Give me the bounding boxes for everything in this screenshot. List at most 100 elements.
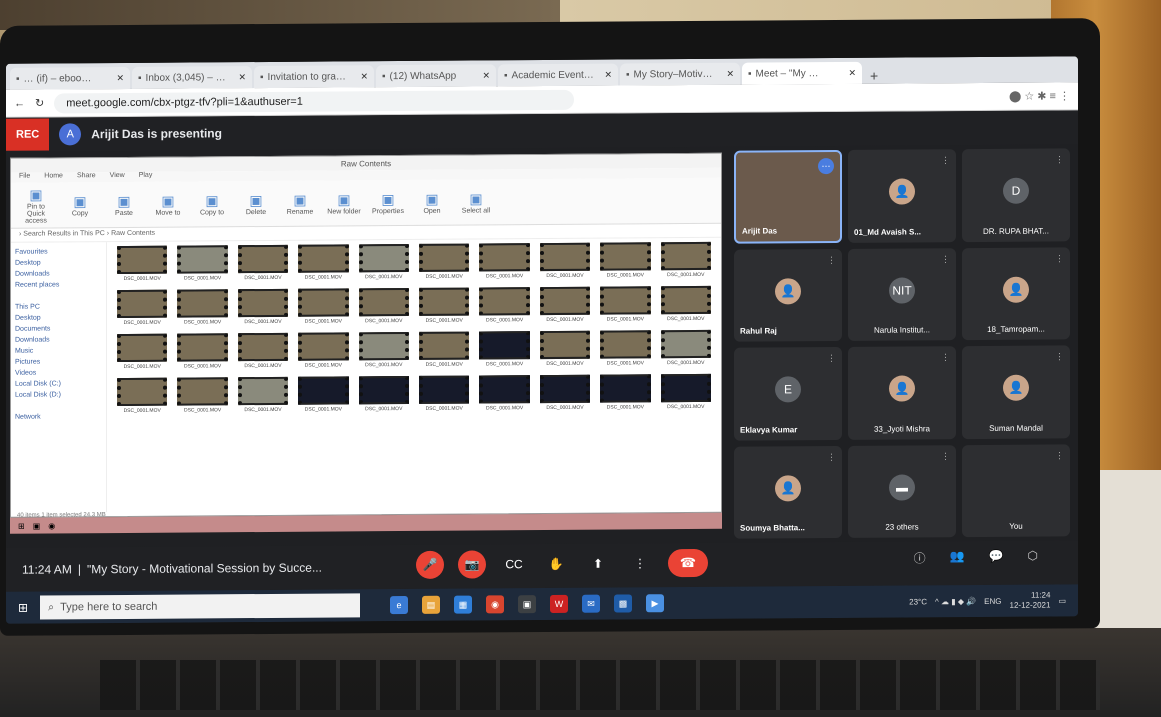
close-icon[interactable]: ✕ [726,68,734,79]
search-input[interactable]: ⌕ Type here to search [40,593,360,620]
nav-item[interactable]: Local Disk (D:) [15,389,102,401]
file-thumbnail[interactable]: DSC_0001.MOV [358,287,409,324]
file-thumbnail[interactable]: DSC_0001.MOV [539,374,591,411]
weather-badge[interactable]: 23°C [909,597,927,606]
participant-tile[interactable]: 👤 01_Md Avaish S... ⋮ [848,149,956,243]
more-options-icon[interactable]: ⋯ [818,158,834,175]
raise-hand-icon[interactable]: ✋ [542,550,570,578]
nav-item[interactable]: Pictures [15,356,102,368]
file-thumbnail[interactable]: DSC_0001.MOV [117,377,168,414]
app-icon[interactable]: ▣ [518,595,536,614]
tab-6[interactable]: ▪ Meet – "My … ✕ [742,61,862,85]
ribbon-button[interactable]: ▣ Rename [283,191,317,215]
ribbon-button[interactable]: ▣ Delete [239,191,273,216]
chat-icon[interactable]: 💬 [989,549,1004,566]
participant-tile[interactable]: You ⋮ [962,443,1070,538]
file-thumbnail[interactable]: DSC_0001.MOV [358,375,409,412]
file-thumbnail[interactable]: DSC_0001.MOV [117,245,168,282]
ribbon-tab[interactable]: View [110,172,125,182]
file-thumbnail[interactable]: DSC_0001.MOV [419,375,470,412]
file-thumbnail[interactable]: DSC_0001.MOV [479,331,530,367]
store-icon[interactable]: ▦ [454,595,472,614]
ribbon-button[interactable]: ▣ Copy [63,193,97,217]
chrome-icon[interactable]: ◉ [486,595,504,614]
nav-item[interactable]: Local Disk (C:) [15,378,102,390]
close-icon[interactable]: ✕ [116,72,124,83]
nav-item[interactable]: Recent places [15,279,102,291]
photos-icon[interactable]: ▩ [614,594,632,613]
mic-off-icon[interactable]: 🎤 [416,550,444,579]
file-thumbnail[interactable]: DSC_0001.MOV [117,333,168,370]
edge-icon[interactable]: e [390,595,408,615]
ribbon-button[interactable]: ▣ Paste [107,192,141,216]
close-icon[interactable]: ✕ [360,71,368,82]
extension-icons[interactable]: ⬤ ☆ ✱ ≡ ⋮ [1009,89,1070,102]
file-thumbnail[interactable]: DSC_0001.MOV [237,376,289,413]
tab-4[interactable]: ▪ Academic Event… ✕ [498,63,618,87]
more-options-icon[interactable]: ⋮ [626,549,654,577]
ribbon-tab[interactable]: Play [139,172,153,182]
file-thumbnail[interactable]: DSC_0001.MOV [660,285,711,322]
nav-item[interactable]: Network [15,411,102,423]
nav-item[interactable]: Documents [15,323,102,335]
tab-3[interactable]: ▪ (12) WhatsApp ✕ [376,64,496,88]
nav-item[interactable]: Videos [15,367,102,379]
ribbon-button[interactable]: ▣ New folder [327,191,361,215]
file-thumbnail[interactable]: DSC_0001.MOV [419,331,470,368]
file-thumbnail[interactable]: DSC_0001.MOV [419,243,470,280]
ribbon-button[interactable]: ▣ Copy to [195,192,229,216]
participant-tile[interactable]: Arijit Das ⋯ [734,149,842,244]
file-thumbnail[interactable]: DSC_0001.MOV [177,333,228,370]
file-thumbnail[interactable]: DSC_0001.MOV [600,330,651,367]
participant-tile[interactable]: 👤 Suman Mandal ⋮ [962,345,1070,439]
tab-1[interactable]: ▪ Inbox (3,045) – … ✕ [132,66,252,89]
ribbon-button[interactable]: ▣ Properties [371,191,405,215]
info-icon[interactable]: ⓘ [914,549,926,566]
close-icon[interactable]: ✕ [482,70,490,81]
file-thumbnail[interactable]: DSC_0001.MOV [358,243,409,280]
ribbon-button[interactable]: ▣ Select all [459,190,493,214]
participant-tile[interactable]: 👤 33_Jyoti Mishra ⋮ [848,346,956,440]
windows-start-icon[interactable]: ⊞ [6,601,40,615]
tab-0[interactable]: ▪… (if) – eboo… ✕ [10,66,130,90]
participant-tile[interactable]: 👤 Soumya Bhatta... ⋮ [734,445,842,539]
file-thumbnail[interactable]: DSC_0001.MOV [177,289,228,326]
ribbon-tab[interactable]: Home [44,172,63,182]
file-thumbnail[interactable]: DSC_0001.MOV [237,288,289,325]
people-icon[interactable]: 👥 [950,549,965,566]
file-thumbnail[interactable]: DSC_0001.MOV [600,286,651,323]
nav-item[interactable]: Downloads [15,334,102,346]
tray-clock[interactable]: 11:24 12-12-2021 [1010,591,1051,611]
file-thumbnail[interactable]: DSC_0001.MOV [358,331,409,368]
participant-tile[interactable]: E Eklavya Kumar ⋮ [734,346,842,441]
new-tab-button[interactable]: + [864,68,884,84]
file-thumbnail[interactable]: DSC_0001.MOV [177,245,228,282]
nav-item[interactable]: Music [15,345,102,357]
file-thumbnail[interactable]: DSC_0001.MOV [539,242,591,279]
camera-off-icon[interactable]: 📷 [458,550,486,579]
file-thumbnail[interactable]: DSC_0001.MOV [298,288,349,325]
close-icon[interactable]: ✕ [238,72,246,83]
file-thumbnail[interactable]: DSC_0001.MOV [298,332,349,369]
close-icon[interactable]: ✕ [604,69,612,80]
file-thumbnail[interactable]: DSC_0001.MOV [479,375,530,411]
language-indicator[interactable]: ENG [984,596,1001,605]
back-icon[interactable]: ← [14,97,25,109]
nav-item[interactable]: Desktop [15,257,102,269]
file-thumbnail[interactable]: DSC_0001.MOV [660,241,711,278]
file-thumbnail[interactable]: DSC_0001.MOV [237,244,289,281]
reload-icon[interactable]: ↻ [35,97,44,110]
file-thumbnail[interactable]: DSC_0001.MOV [177,377,228,414]
file-thumbnail[interactable]: DSC_0001.MOV [600,374,651,411]
file-thumbnail[interactable]: DSC_0001.MOV [600,242,651,279]
participant-tile[interactable]: NIT Narula Institut... ⋮ [848,247,956,341]
participant-tile[interactable]: ▬ 23 others ⋮ [848,444,956,538]
file-thumbnail[interactable]: DSC_0001.MOV [298,244,349,281]
mail-icon[interactable]: ✉ [582,594,600,613]
file-thumbnail[interactable]: DSC_0001.MOV [419,287,470,324]
file-thumbnail[interactable]: DSC_0001.MOV [479,287,530,323]
nav-item[interactable] [15,400,102,412]
nav-item[interactable]: Favourites [15,246,102,258]
ribbon-button[interactable]: ▣ Move to [151,192,185,216]
participant-tile[interactable]: 👤 Rahul Raj ⋮ [734,248,842,342]
